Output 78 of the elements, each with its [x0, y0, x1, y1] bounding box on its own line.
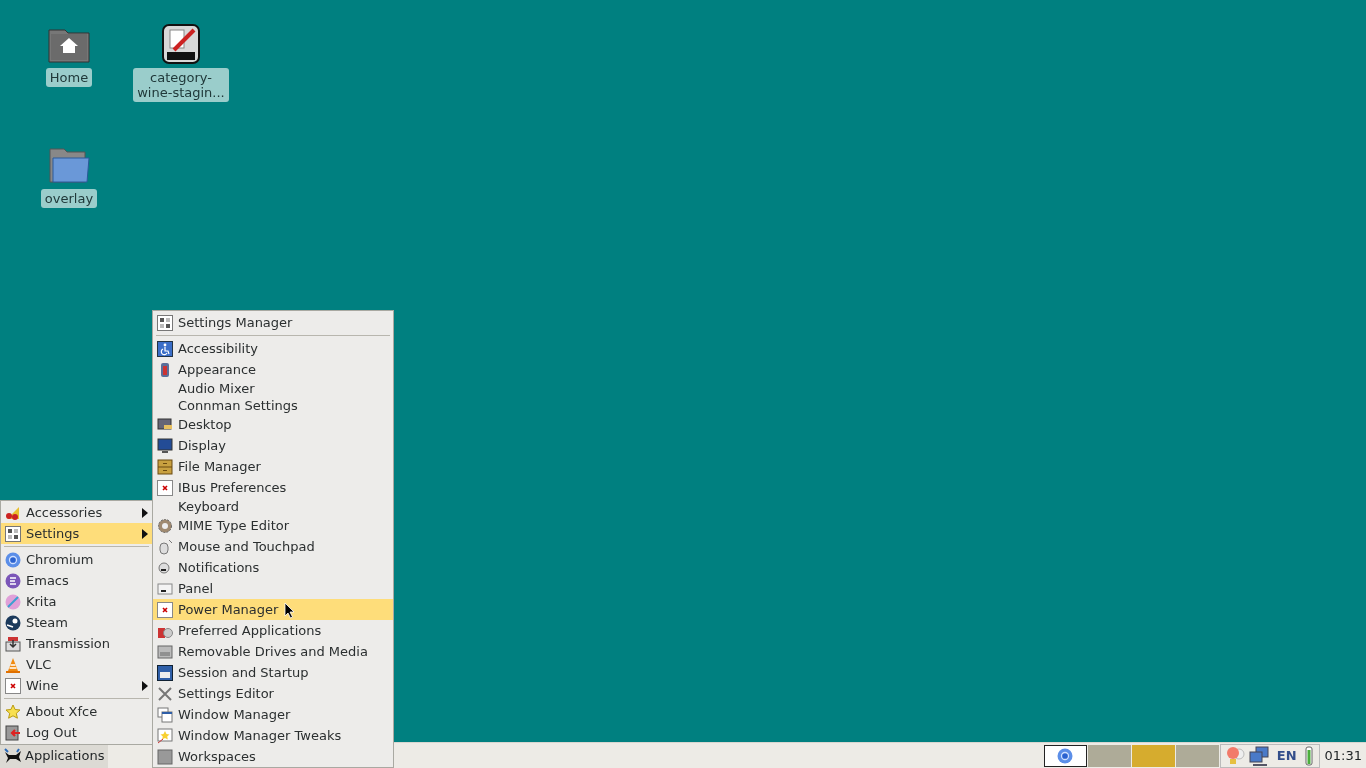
- menu-item[interactable]: Steam: [1, 612, 152, 633]
- icon-label[interactable]: Home: [45, 68, 93, 87]
- workspaces-icon: [157, 748, 173, 765]
- settings-icon: [5, 525, 21, 542]
- taskbar-window-button[interactable]: [1043, 744, 1087, 767]
- menu-item[interactable]: Power Manager: [153, 599, 393, 620]
- menu-item[interactable]: Workspaces: [153, 746, 393, 767]
- broken-image-icon: [5, 677, 21, 694]
- menu-item[interactable]: Settings Manager: [153, 312, 393, 333]
- patch-icon: [162, 24, 200, 64]
- keyboard-layout-indicator[interactable]: EN: [1276, 748, 1297, 763]
- steam-icon: [5, 614, 21, 631]
- applications-button[interactable]: Applications: [0, 743, 109, 768]
- menu-item[interactable]: Notifications: [153, 557, 393, 578]
- menu-item[interactable]: Window Manager: [153, 704, 393, 725]
- menu-item[interactable]: Audio Mixer: [153, 380, 393, 397]
- battery-icon[interactable]: [1304, 745, 1313, 766]
- menu-item[interactable]: Transmission: [1, 633, 152, 654]
- network-icon[interactable]: [1248, 745, 1269, 766]
- menu-item[interactable]: MIME Type Editor: [153, 515, 393, 536]
- menu-item[interactable]: VLC: [1, 654, 152, 675]
- menu-item[interactable]: Window Manager Tweaks: [153, 725, 393, 746]
- menu-item[interactable]: Keyboard: [153, 498, 393, 515]
- transmission-icon: [5, 635, 21, 652]
- menu-item[interactable]: File Manager: [153, 456, 393, 477]
- chromium-icon: [5, 551, 21, 568]
- accessibility-icon: [157, 340, 173, 357]
- notification-icon: [157, 559, 173, 576]
- menu-item[interactable]: Preferred Applications: [153, 620, 393, 641]
- menu-item[interactable]: Krita: [1, 591, 152, 612]
- menu-item[interactable]: Mouse and Touchpad: [153, 536, 393, 557]
- menu-item[interactable]: Emacs: [1, 570, 152, 591]
- window-icon: [157, 706, 173, 723]
- star-icon: [5, 703, 21, 720]
- broken-image-icon: [157, 479, 173, 496]
- clock[interactable]: 01:31: [1319, 748, 1366, 763]
- desktop-icon: [157, 416, 173, 433]
- monitor-icon: [157, 437, 173, 454]
- mouse-icon: [157, 538, 173, 555]
- gear-icon: [157, 517, 173, 534]
- workspace-button[interactable]: [1175, 744, 1219, 767]
- star-window-icon: [157, 727, 173, 744]
- menu-item[interactable]: Settings Editor: [153, 683, 393, 704]
- menu-item[interactable]: IBus Preferences: [153, 477, 393, 498]
- settings-icon: [157, 314, 173, 331]
- workspace-button[interactable]: [1131, 744, 1175, 767]
- menu-item[interactable]: Display: [153, 435, 393, 456]
- drive-icon: [157, 643, 173, 660]
- menu-item[interactable]: Connman Settings: [153, 397, 393, 414]
- icon-label[interactable]: overlay: [40, 189, 98, 208]
- log-out-icon: [5, 724, 21, 741]
- menu-item[interactable]: Session and Startup: [153, 662, 393, 683]
- menu-item[interactable]: Removable Drives and Media: [153, 641, 393, 662]
- traffic-cone-icon: [5, 656, 21, 673]
- submenu-arrow-icon: [142, 680, 148, 691]
- chromium-icon: [1057, 747, 1074, 764]
- submenu-arrow-icon: [142, 528, 148, 539]
- menu-item[interactable]: Panel: [153, 578, 393, 599]
- tools-icon: [157, 685, 173, 702]
- icon-label[interactable]: category- wine-stagin...: [133, 68, 229, 102]
- menu-item[interactable]: Accessories: [1, 502, 152, 523]
- session-icon: [157, 664, 173, 681]
- folder-icon: [47, 145, 91, 185]
- menu-item[interactable]: About Xfce: [1, 701, 152, 722]
- emacs-icon: [5, 572, 21, 589]
- menu-item[interactable]: Wine: [1, 675, 152, 696]
- menu-item[interactable]: Appearance: [153, 359, 393, 380]
- panel-icon: [157, 580, 173, 597]
- menu-item[interactable]: Settings: [1, 523, 152, 544]
- cabinet-icon: [157, 458, 173, 475]
- krita-icon: [5, 593, 21, 610]
- menu-item[interactable]: Desktop: [153, 414, 393, 435]
- submenu-arrow-icon: [142, 507, 148, 518]
- mouse-pointer-icon: [284, 602, 295, 619]
- menu-item[interactable]: Log Out: [1, 722, 152, 743]
- menu-item[interactable]: Accessibility: [153, 338, 393, 359]
- menu-item[interactable]: Chromium: [1, 549, 152, 570]
- broken-image-icon: [157, 601, 173, 618]
